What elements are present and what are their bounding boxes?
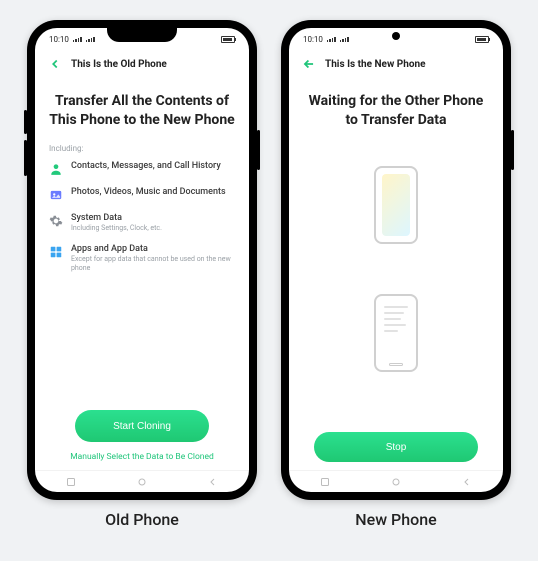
stop-button[interactable]: Stop [314,432,478,462]
contacts-icon [49,162,63,176]
list-item-title: Photos, Videos, Music and Documents [71,187,226,197]
page-title: This Is the Old Phone [71,59,167,70]
signal-icon [86,37,95,42]
list-item-title: System Data [71,213,162,223]
status-time: 10:10 [49,35,69,44]
manual-select-link[interactable]: Manually Select the Data to Be Cloned [49,452,235,462]
battery-icon [475,36,489,43]
list-item-sub: Except for app data that cannot be used … [71,255,235,273]
nav-bar [35,470,249,492]
list-item-title: Contacts, Messages, and Call History [71,161,221,171]
list-item-title: Apps and App Data [71,244,235,254]
new-phone-caption: New Phone [355,510,436,529]
old-phone-frame: 10:10 This Is the Old Phone Transfer All… [27,20,257,500]
power-button [511,130,514,170]
page-title: This Is the New Phone [325,59,425,70]
start-cloning-button[interactable]: Start Cloning [75,410,209,442]
signal-icon [327,37,336,42]
battery-icon [221,36,235,43]
notch [107,28,177,42]
nav-recent-button[interactable] [318,475,332,489]
main-heading: Transfer All the Contents of This Phone … [49,92,235,130]
power-button [257,130,260,170]
nav-bar [289,470,503,492]
volume-up-button [24,110,27,134]
nav-home-button[interactable] [135,475,149,489]
media-icon [49,188,63,202]
new-phone-frame: 10:10 This Is the New Phone Waiting for … [281,20,511,500]
waiting-illustration [303,144,489,432]
transfer-item-list: Contacts, Messages, and Call History Pho… [49,161,235,273]
list-item: System Data Including Settings, Clock, e… [49,213,235,233]
signal-icon [340,37,349,42]
signal-icon [73,37,82,42]
apps-icon [49,245,63,259]
mini-phone-source-icon [374,166,418,244]
main-heading: Waiting for the Other Phone to Transfer … [303,92,489,130]
nav-back-button[interactable] [206,475,220,489]
back-button[interactable] [301,56,317,72]
settings-icon [49,214,63,228]
back-button[interactable] [47,56,63,72]
nav-recent-button[interactable] [64,475,78,489]
camera-hole [392,32,400,40]
nav-back-button[interactable] [460,475,474,489]
list-item: Contacts, Messages, and Call History [49,161,235,176]
mini-phone-target-icon [374,294,418,372]
list-item-sub: Including Settings, Clock, etc. [71,224,162,233]
volume-down-button [24,140,27,176]
including-label: Including: [49,144,235,153]
status-time: 10:10 [303,35,323,44]
nav-home-button[interactable] [389,475,403,489]
list-item: Photos, Videos, Music and Documents [49,187,235,202]
list-item: Apps and App Data Except for app data th… [49,244,235,273]
old-phone-caption: Old Phone [105,510,179,529]
